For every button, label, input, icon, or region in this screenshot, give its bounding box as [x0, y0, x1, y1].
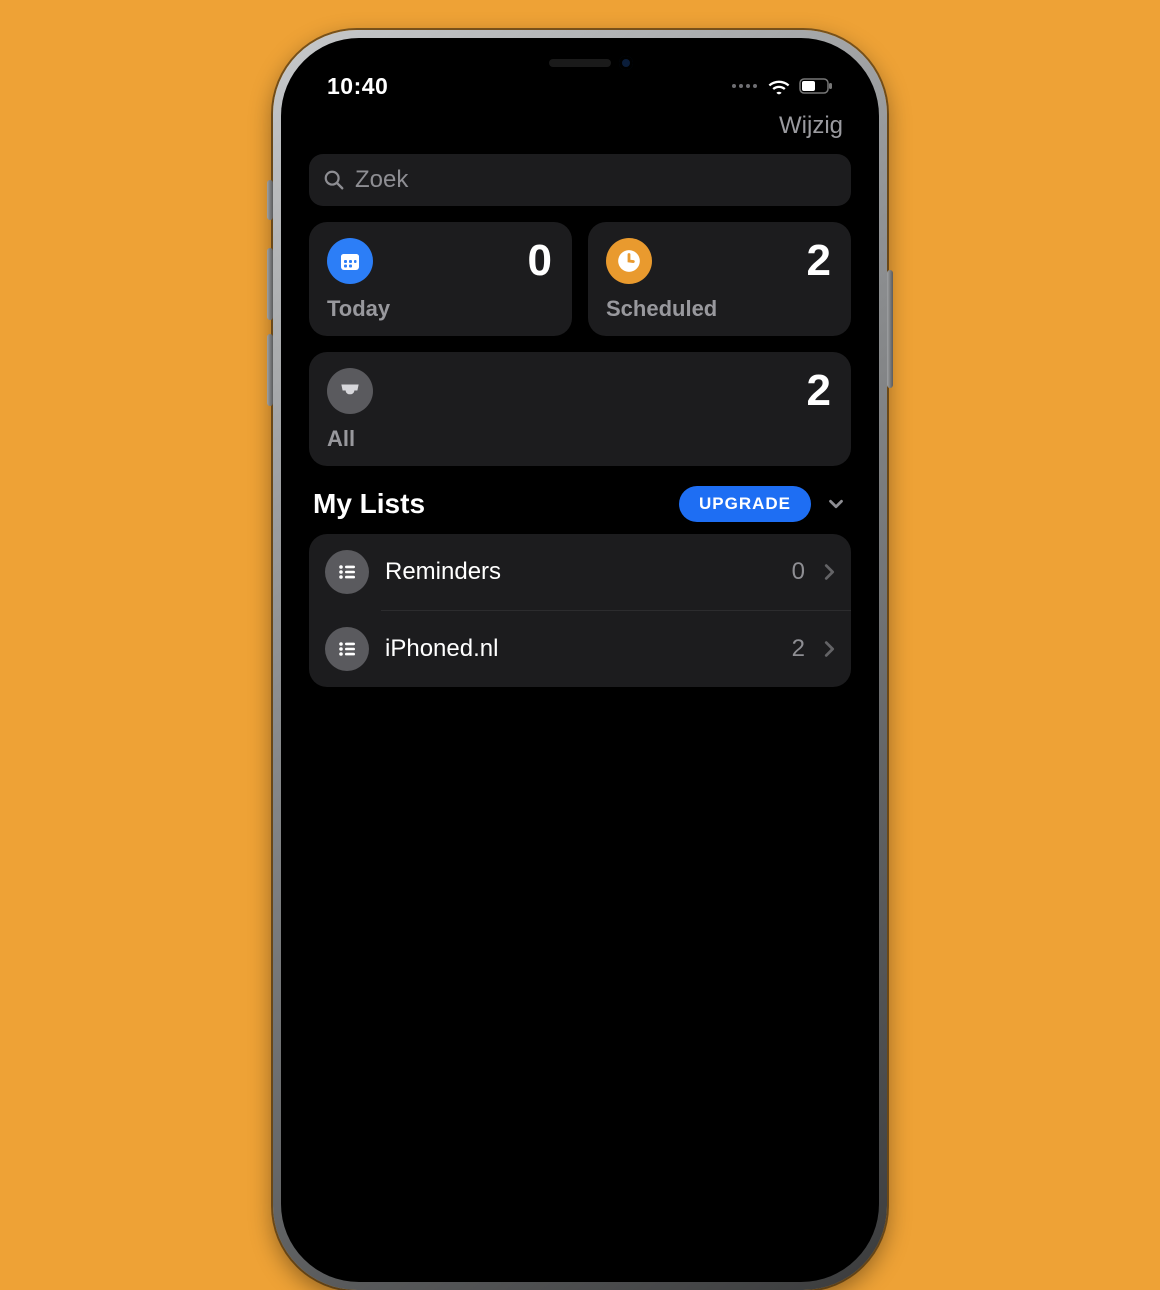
list-item[interactable]: Reminders 0 [309, 534, 851, 610]
search-placeholder: Zoek [355, 166, 408, 194]
inbox-icon [327, 368, 373, 414]
battery-icon [799, 78, 833, 94]
search-input[interactable]: Zoek [309, 154, 851, 206]
list-bullet-icon [325, 550, 369, 594]
card-scheduled-label: Scheduled [606, 296, 831, 322]
edit-button[interactable]: Wijzig [779, 112, 843, 140]
phone-frame: 10:40 [273, 30, 887, 1290]
volume-up-button [267, 248, 273, 320]
status-icons [732, 77, 833, 95]
cellular-dots-icon [732, 84, 757, 88]
list-item-count: 0 [792, 558, 805, 586]
list-item[interactable]: iPhoned.nl 2 [381, 610, 851, 687]
chevron-right-icon [821, 638, 837, 660]
speaker-grille [549, 59, 611, 67]
card-scheduled-count: 2 [807, 239, 831, 283]
card-all[interactable]: 2 All [309, 352, 851, 466]
screen: 10:40 [287, 44, 873, 1276]
card-all-count: 2 [807, 369, 831, 413]
calendar-today-icon [327, 238, 373, 284]
card-today-count: 0 [528, 239, 552, 283]
card-today-label: Today [327, 296, 552, 322]
list-bullet-icon [325, 627, 369, 671]
notch [457, 44, 703, 82]
status-time: 10:40 [327, 73, 388, 100]
list-item-name: iPhoned.nl [385, 635, 776, 663]
card-today[interactable]: 0 Today [309, 222, 572, 336]
chevron-down-icon[interactable] [825, 493, 847, 515]
front-camera [619, 56, 633, 70]
power-button [887, 270, 893, 388]
upgrade-button[interactable]: UPGRADE [679, 486, 811, 522]
search-icon [323, 169, 345, 191]
clock-icon [606, 238, 652, 284]
volume-down-button [267, 334, 273, 406]
card-scheduled[interactable]: 2 Scheduled [588, 222, 851, 336]
card-all-label: All [327, 426, 831, 452]
chevron-right-icon [821, 561, 837, 583]
list-item-count: 2 [792, 635, 805, 663]
my-lists-title: My Lists [313, 488, 425, 520]
wifi-icon [767, 77, 791, 95]
silence-switch [267, 180, 273, 220]
list-item-name: Reminders [385, 558, 776, 586]
lists-container: Reminders 0 iPhoned.nl [309, 534, 851, 687]
